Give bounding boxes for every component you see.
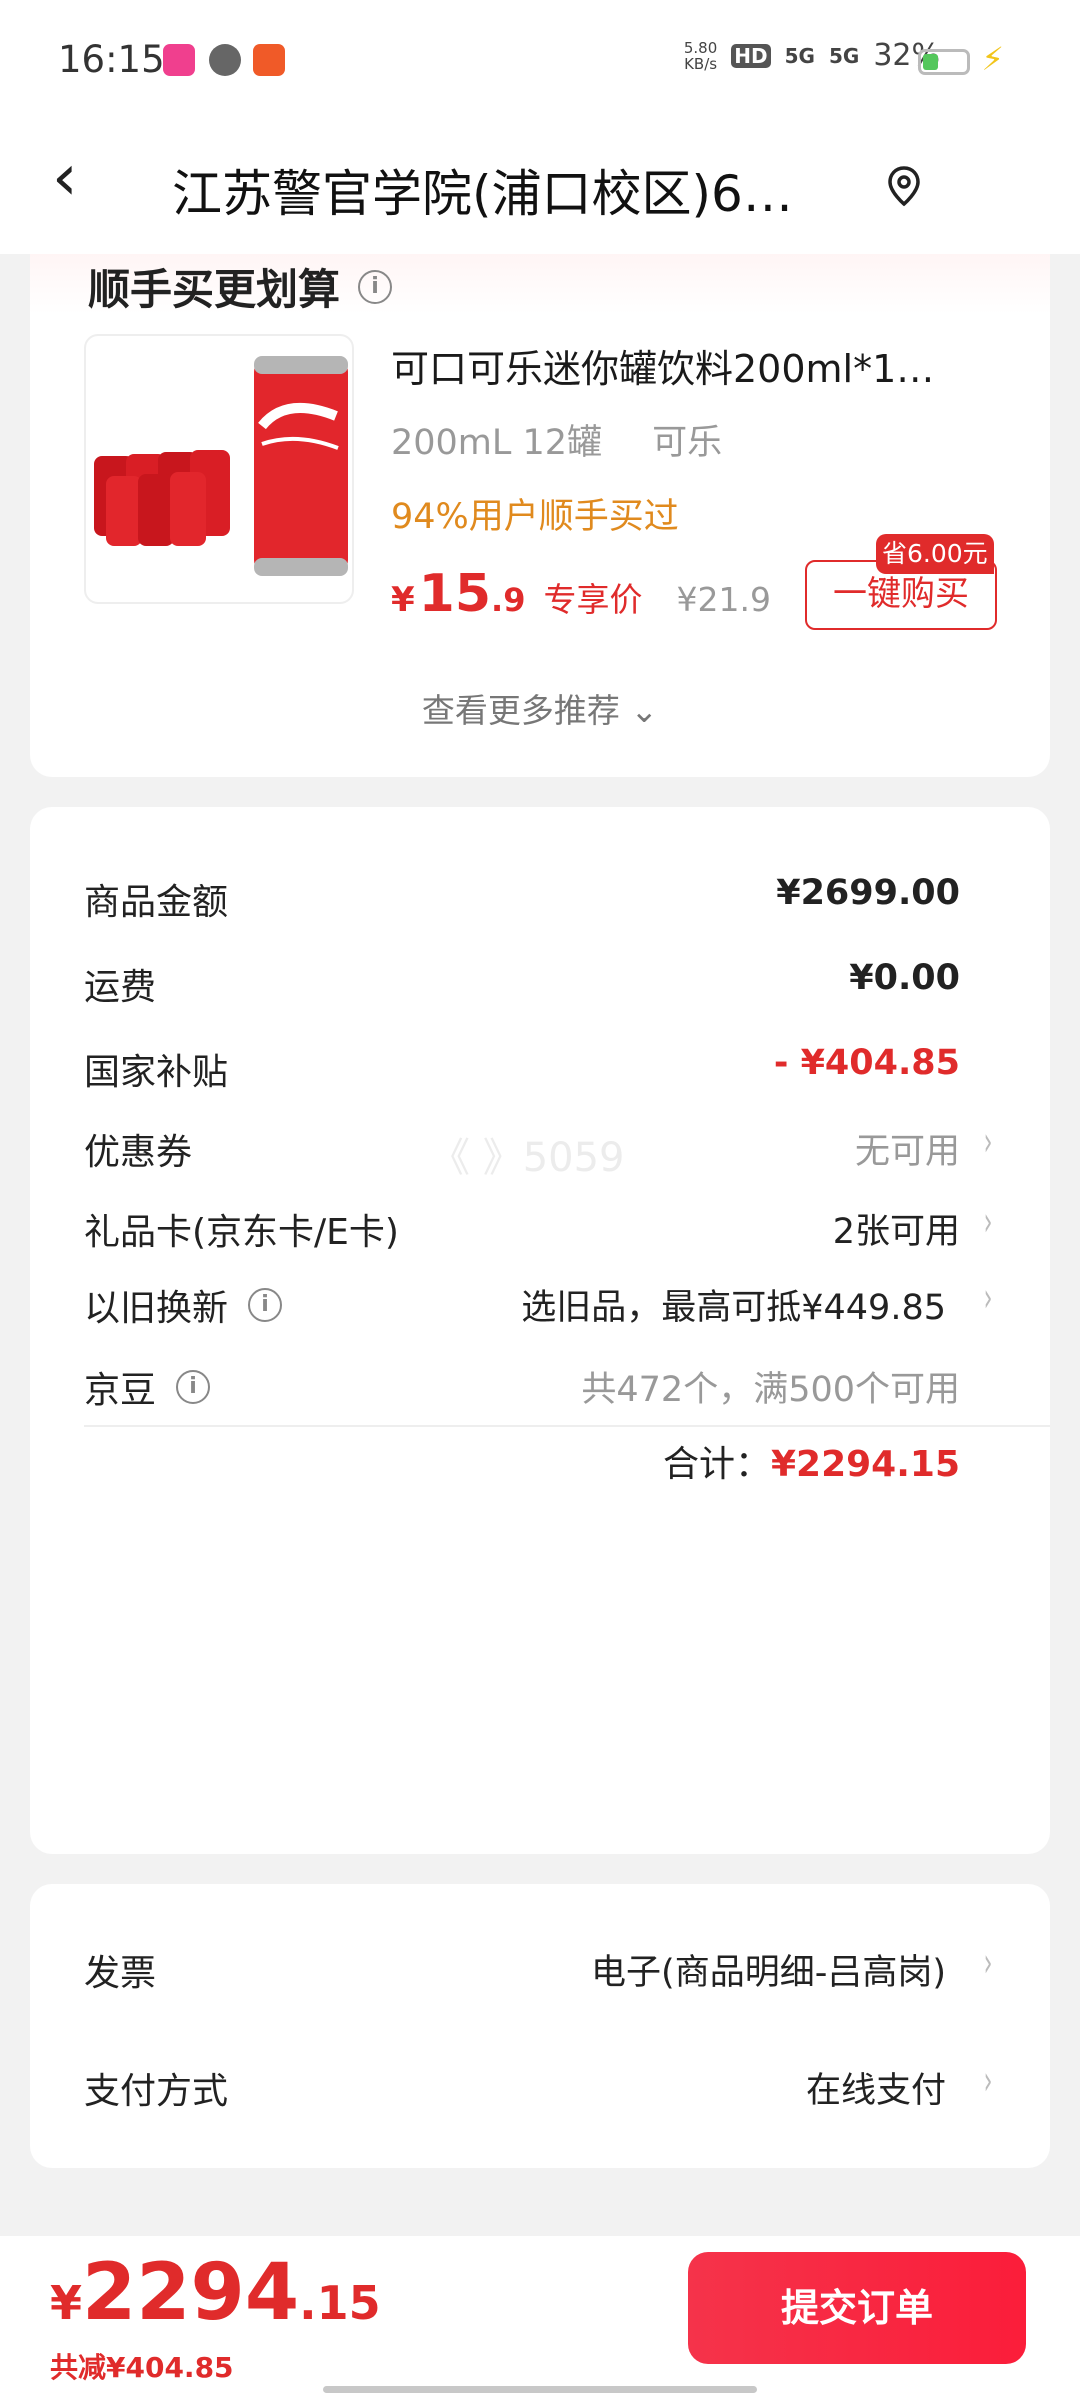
product-image[interactable]	[84, 334, 354, 604]
original-price: ¥21.9	[676, 580, 771, 619]
info-icon[interactable]: i	[248, 1288, 283, 1322]
row-jd-beans: 京豆 i 共472个，满500个可用	[84, 1370, 960, 1411]
status-time: 16:15	[58, 38, 165, 81]
notification-app-icon	[163, 44, 195, 76]
row-national-subsidy: 国家补贴 - ¥404.85	[84, 1043, 960, 1093]
status-bar: 16:15 5.80 KB/s HD 5G 5G 32% ⚡	[0, 0, 1080, 118]
row-coupon[interactable]: 优惠券 无可用 ›	[84, 1117, 996, 1177]
coke-cans-icon	[94, 356, 348, 576]
total: 合计：¥2294.15	[662, 1444, 960, 1485]
home-indicator[interactable]	[323, 2386, 757, 2393]
bottom-saving: 共减¥404.85	[50, 2351, 234, 2384]
status-indicators: 5.80 KB/s HD 5G 5G 32%	[684, 38, 940, 73]
net-speed: 5.80 KB/s	[683, 38, 718, 73]
info-icon[interactable]: i	[176, 1370, 211, 1404]
signal-icon: 5G	[828, 43, 860, 68]
recommend-title: 顺手买更划算 i	[88, 256, 393, 317]
product-price: ¥ 15 .9 专享价 ¥21.9	[391, 564, 771, 624]
location-pin-icon[interactable]	[884, 164, 924, 208]
bottom-total-price: ¥ 2294 .15	[50, 2248, 381, 2338]
more-recommend-link[interactable]: 查看更多推荐 ⌄	[30, 684, 1050, 732]
submit-order-button[interactable]: 提交订单	[688, 2252, 1026, 2364]
hd-badge: HD	[731, 43, 771, 68]
bottom-bar: ¥ 2294 .15 共减¥404.85 提交订单	[0, 2236, 1080, 2400]
chevron-right-icon: ›	[983, 1940, 993, 1986]
row-goods-amount: 商品金额 ¥2699.00	[84, 873, 960, 923]
charging-icon: ⚡	[981, 40, 1004, 78]
nav-header: ‹ 江苏警官学院(浦口校区)6…	[0, 118, 1080, 254]
invoice-payment-card: 发票 电子(商品明细-吕高岗) › 支付方式 在线支付 ›	[30, 1884, 1050, 2168]
row-shipping: 运费 ¥0.00	[84, 958, 960, 1008]
divider	[84, 1425, 1050, 1427]
recommend-card: 顺手买更划算 i 可口可乐迷你罐饮料200ml*1… 200mL 12罐 可乐 …	[30, 254, 1050, 777]
back-arrow-icon[interactable]: ‹	[52, 146, 78, 210]
row-invoice[interactable]: 发票 电子(商品明细-吕高岗) ›	[84, 1938, 996, 1998]
wechat-icon	[209, 44, 241, 76]
row-gift-card[interactable]: 礼品卡(京东卡/E卡) 2张可用 ›	[84, 1197, 996, 1257]
price-summary-card: 《 》5059 商品金额 ¥2699.00 运费 ¥0.00 国家补贴 - ¥4…	[30, 807, 1050, 1854]
product-tag: 94%用户顺手买过	[391, 497, 679, 537]
row-payment-method[interactable]: 支付方式 在线支付 ›	[84, 2056, 996, 2116]
chevron-right-icon: ›	[983, 1119, 993, 1165]
chevron-right-icon: ›	[983, 1199, 993, 1245]
total-value: ¥2294.15	[770, 1444, 960, 1485]
row-trade-in[interactable]: 以旧换新 i 选旧品，最高可抵¥449.85 ›	[84, 1273, 996, 1333]
chevron-right-icon: ›	[983, 2058, 993, 2104]
address-title[interactable]: 江苏警官学院(浦口校区)6…	[172, 154, 852, 226]
product-name[interactable]: 可口可乐迷你罐饮料200ml*1…	[391, 338, 991, 393]
product-spec: 200mL 12罐 可乐	[391, 423, 723, 463]
info-icon[interactable]: i	[358, 269, 393, 304]
signal-icon: 5G	[784, 43, 815, 68]
chevron-right-icon: ›	[983, 1275, 993, 1321]
notification-app-icon	[253, 44, 285, 76]
save-badge: 省6.00元	[876, 534, 994, 574]
battery-icon	[918, 49, 970, 75]
